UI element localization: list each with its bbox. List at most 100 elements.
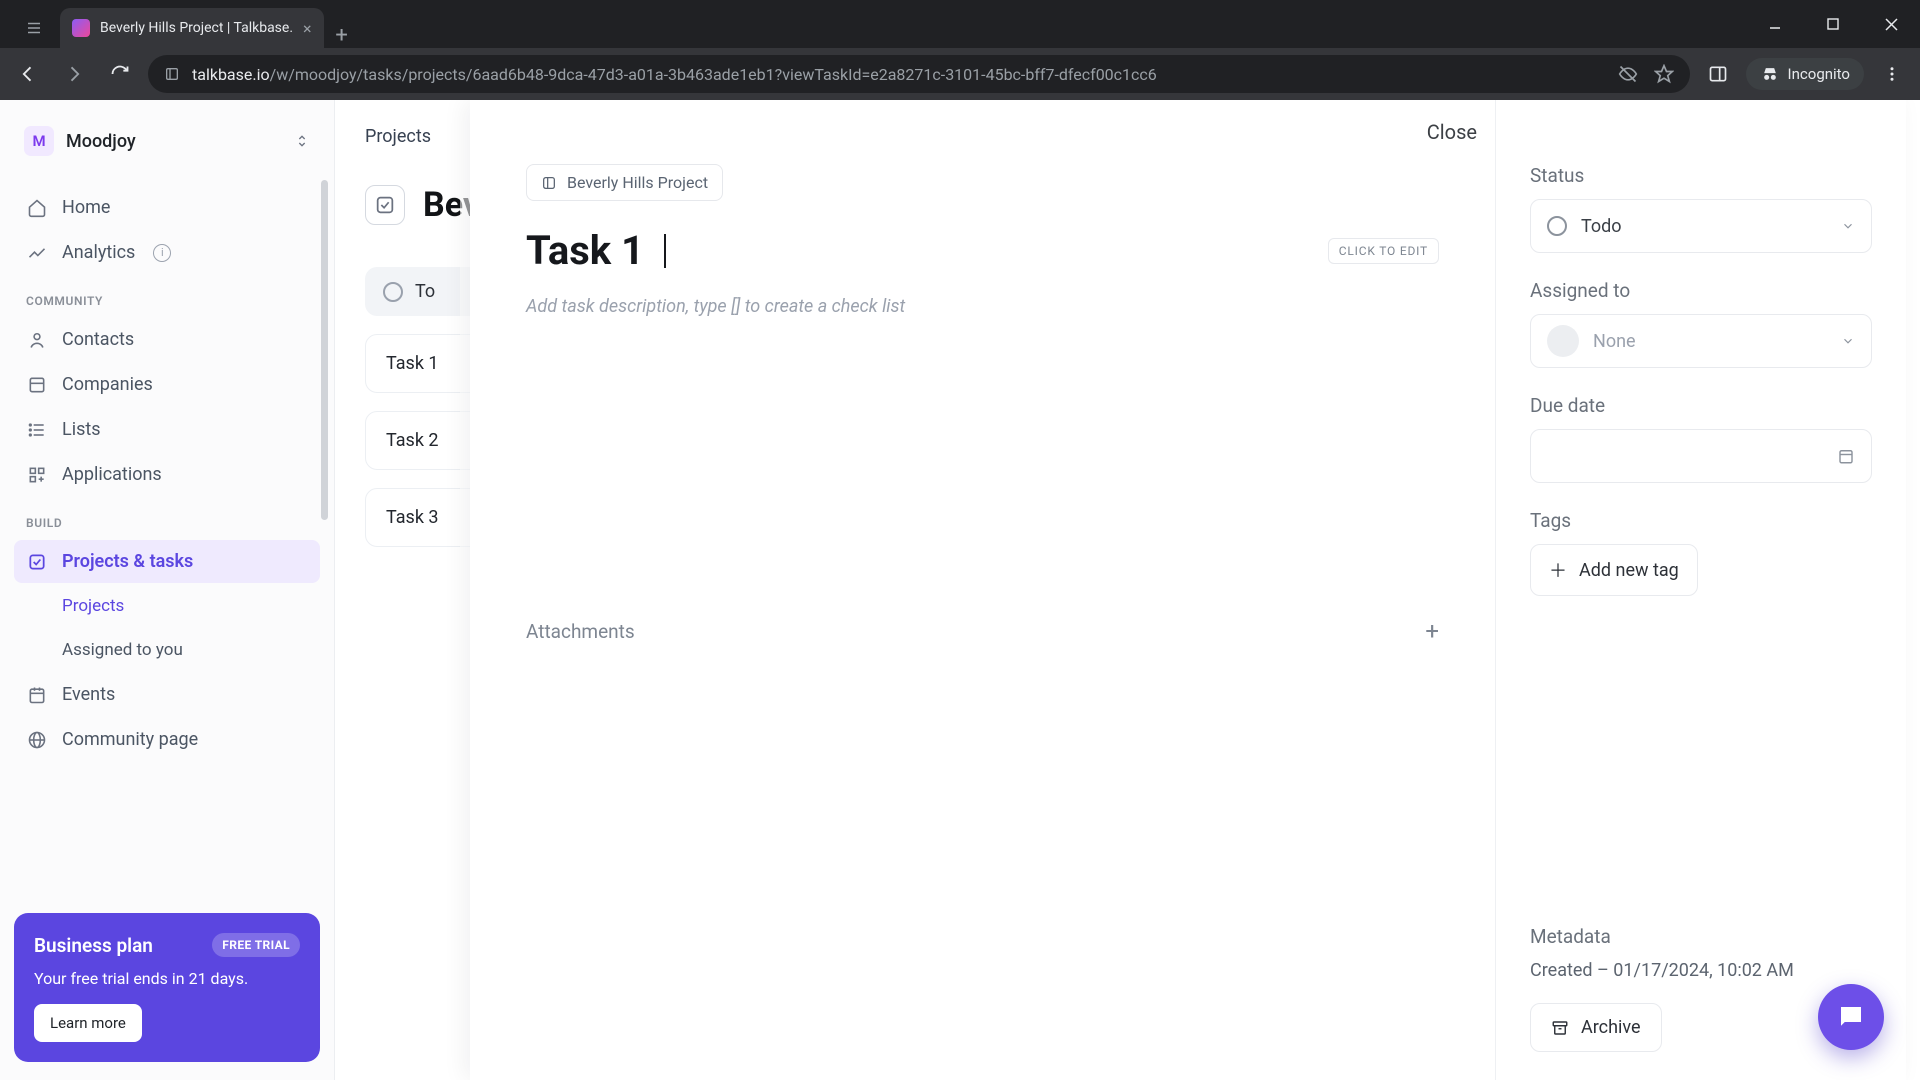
archive-icon [1551,1019,1569,1037]
chat-icon [1836,1002,1866,1032]
learn-more-button[interactable]: Learn more [34,1004,142,1042]
workspace-switcher[interactable]: M Moodjoy [14,118,320,164]
add-tag-button[interactable]: ＋ Add new tag [1530,544,1698,596]
back-button[interactable] [10,56,46,92]
url-domain: talkbase.io [192,65,270,84]
site-settings-icon[interactable] [164,66,180,82]
plus-icon: ＋ [1549,557,1567,583]
avatar-placeholder-icon [1547,325,1579,357]
nav-home[interactable]: Home [14,186,320,229]
bookmark-star-icon[interactable] [1654,64,1674,84]
status-circle-icon [1547,216,1567,236]
sidebar: M Moodjoy Home Analytics i COMMUNITY Cont… [0,100,335,1080]
add-attachment-button[interactable]: + [1425,617,1439,645]
due-date-label: Due date [1530,394,1872,417]
chat-fab[interactable] [1818,984,1884,1050]
status-circle-icon [383,282,403,302]
nav-analytics-label: Analytics [62,242,135,263]
column-label: To [415,281,435,302]
chevron-updown-icon [294,133,310,149]
nav-applications-label: Applications [62,464,162,485]
nav-projects-label: Projects [62,596,124,616]
calendar-icon [1837,447,1855,465]
nav-companies-label: Companies [62,374,153,395]
info-icon: i [153,244,171,262]
address-bar[interactable]: talkbase.io/w/moodjoy/tasks/projects/6aa… [148,55,1690,93]
incognito-indicator[interactable]: Incognito [1746,58,1864,90]
contacts-icon [26,330,48,350]
tasks-icon [26,552,48,572]
status-label: Status [1530,164,1872,187]
window-maximize-button[interactable] [1804,0,1862,48]
browser-toolbar: talkbase.io/w/moodjoy/tasks/projects/6aa… [0,48,1920,100]
add-tag-label: Add new tag [1579,560,1679,581]
trial-message: Your free trial ends in 21 days. [34,969,300,988]
events-icon [26,685,48,705]
tab-search-icon[interactable] [8,8,60,48]
nav-events-label: Events [62,684,115,705]
home-icon [26,198,48,218]
nav-home-label: Home [62,197,110,218]
nav-companies[interactable]: Companies [14,363,320,406]
attachments-label: Attachments [526,620,635,643]
lists-icon [26,420,48,440]
workspace-avatar: M [24,126,54,156]
assigned-label: Assigned to [1530,279,1872,302]
new-tab-button[interactable]: + [324,23,360,48]
trial-plan: Business plan [34,934,153,957]
forward-button[interactable] [56,56,92,92]
chevron-down-icon [1841,334,1855,348]
project-chip-label: Beverly Hills Project [567,173,708,192]
project-icon [365,185,405,225]
browser-tab[interactable]: Beverly Hills Project | Talkbase. × [60,8,324,48]
nav-applications[interactable]: Applications [14,453,320,496]
eye-off-icon[interactable] [1618,64,1638,84]
chevron-down-icon [1841,219,1855,233]
close-button[interactable]: Close [1427,120,1477,144]
task-description-input[interactable]: Add task description, type [] to create … [526,296,1439,317]
nav-contacts[interactable]: Contacts [14,318,320,361]
text-cursor [664,234,666,268]
project-chip-icon [541,175,557,191]
nav-assigned-label: Assigned to you [62,640,183,660]
task-detail-panel: Close Beverly Hills Project Task 1 CLICK… [470,100,1906,1080]
url-path: /w/moodjoy/tasks/projects/6aad6b48-9dca-… [270,65,1157,84]
click-to-edit-hint: CLICK TO EDIT [1328,238,1439,264]
companies-icon [26,375,48,395]
browser-tabstrip: Beverly Hills Project | Talkbase. × + [0,0,1920,48]
nav-community-page-label: Community page [62,729,198,750]
sidepanel-icon[interactable] [1700,56,1736,92]
due-date-input[interactable] [1530,429,1872,483]
status-select[interactable]: Todo [1530,199,1872,253]
metadata-label: Metadata [1530,925,1872,948]
window-minimize-button[interactable] [1746,0,1804,48]
workspace-name: Moodjoy [66,131,136,152]
tab-close-icon[interactable]: × [303,19,312,38]
nav-analytics[interactable]: Analytics i [14,231,320,274]
incognito-label: Incognito [1788,65,1850,83]
nav-events[interactable]: Events [14,673,320,716]
browser-menu-button[interactable] [1874,56,1910,92]
task-title[interactable]: Task 1 [526,227,644,274]
nav-assigned[interactable]: Assigned to you [14,629,320,671]
nav-lists-label: Lists [62,419,101,440]
applications-icon [26,465,48,485]
section-build: BUILD [14,498,320,538]
trial-banner: Business plan FREE TRIAL Your free trial… [14,913,320,1062]
assignee-select[interactable]: None [1530,314,1872,368]
nav-projects-tasks[interactable]: Projects & tasks [14,540,320,583]
nav-contacts-label: Contacts [62,329,134,350]
nav-lists[interactable]: Lists [14,408,320,451]
reload-button[interactable] [102,56,138,92]
metadata-created: Created – 01/17/2024, 10:02 AM [1530,960,1872,981]
window-close-button[interactable] [1862,0,1920,48]
favicon-icon [72,19,90,37]
section-community: COMMUNITY [14,276,320,316]
nav-community-page[interactable]: Community page [14,718,320,761]
analytics-icon [26,243,48,263]
nav-projects[interactable]: Projects [14,585,320,627]
archive-label: Archive [1581,1017,1641,1038]
project-chip[interactable]: Beverly Hills Project [526,164,723,201]
tags-label: Tags [1530,509,1872,532]
archive-button[interactable]: Archive [1530,1003,1662,1052]
